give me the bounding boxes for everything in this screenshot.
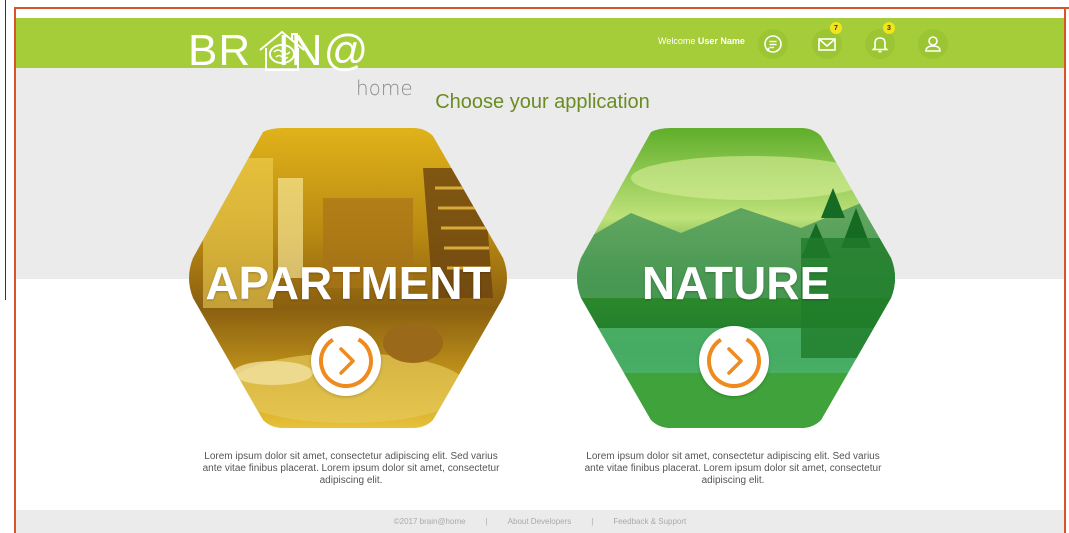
user-icon bbox=[925, 36, 941, 52]
about-developers-link[interactable]: About Developers bbox=[508, 517, 572, 526]
apartment-card[interactable]: APARTMENT bbox=[183, 128, 513, 428]
profile-button[interactable] bbox=[918, 29, 948, 59]
apartment-description: Lorem ipsum dolor sit amet, consectetur … bbox=[202, 451, 500, 486]
footer-copyright: ©2017 brain@home bbox=[393, 517, 466, 526]
top-bar: BR IN@ home Welcome User Name 7 3 bbox=[16, 18, 1064, 100]
frame-border-right bbox=[1064, 7, 1066, 533]
welcome-text: Welcome User Name bbox=[658, 36, 745, 46]
bell-icon bbox=[871, 37, 889, 53]
nature-card[interactable]: NATURE bbox=[571, 128, 901, 428]
chat-icon bbox=[764, 35, 782, 53]
apartment-label: APARTMENT bbox=[205, 257, 491, 309]
feedback-support-link[interactable]: Feedback & Support bbox=[613, 517, 686, 526]
notification-count-badge: 3 bbox=[883, 22, 895, 34]
brain-house-icon bbox=[259, 30, 305, 71]
chat-button[interactable] bbox=[758, 29, 788, 59]
welcome-prefix: Welcome bbox=[658, 36, 696, 46]
user-name: User Name bbox=[697, 36, 745, 46]
footer-separator: | bbox=[485, 517, 488, 526]
mail-button[interactable]: 7 bbox=[812, 22, 842, 59]
footer: ©2017 brain@home | About Developers | Feedba… bbox=[16, 510, 1064, 533]
footer-separator: | bbox=[591, 517, 594, 526]
notifications-button[interactable]: 3 bbox=[865, 22, 895, 59]
mail-count-badge: 7 bbox=[830, 22, 842, 34]
nature-open-button[interactable] bbox=[699, 326, 769, 396]
chevron-right-circle-icon bbox=[707, 334, 761, 388]
apartment-open-button[interactable] bbox=[311, 326, 381, 396]
frame-edge bbox=[5, 0, 6, 300]
mail-icon bbox=[818, 38, 836, 51]
chevron-right-circle-icon bbox=[319, 334, 373, 388]
nature-label: NATURE bbox=[641, 257, 831, 309]
page-title: Choose your application bbox=[435, 91, 650, 113]
frame-border-top bbox=[14, 7, 1069, 9]
nature-description: Lorem ipsum dolor sit amet, consectetur … bbox=[584, 451, 882, 486]
